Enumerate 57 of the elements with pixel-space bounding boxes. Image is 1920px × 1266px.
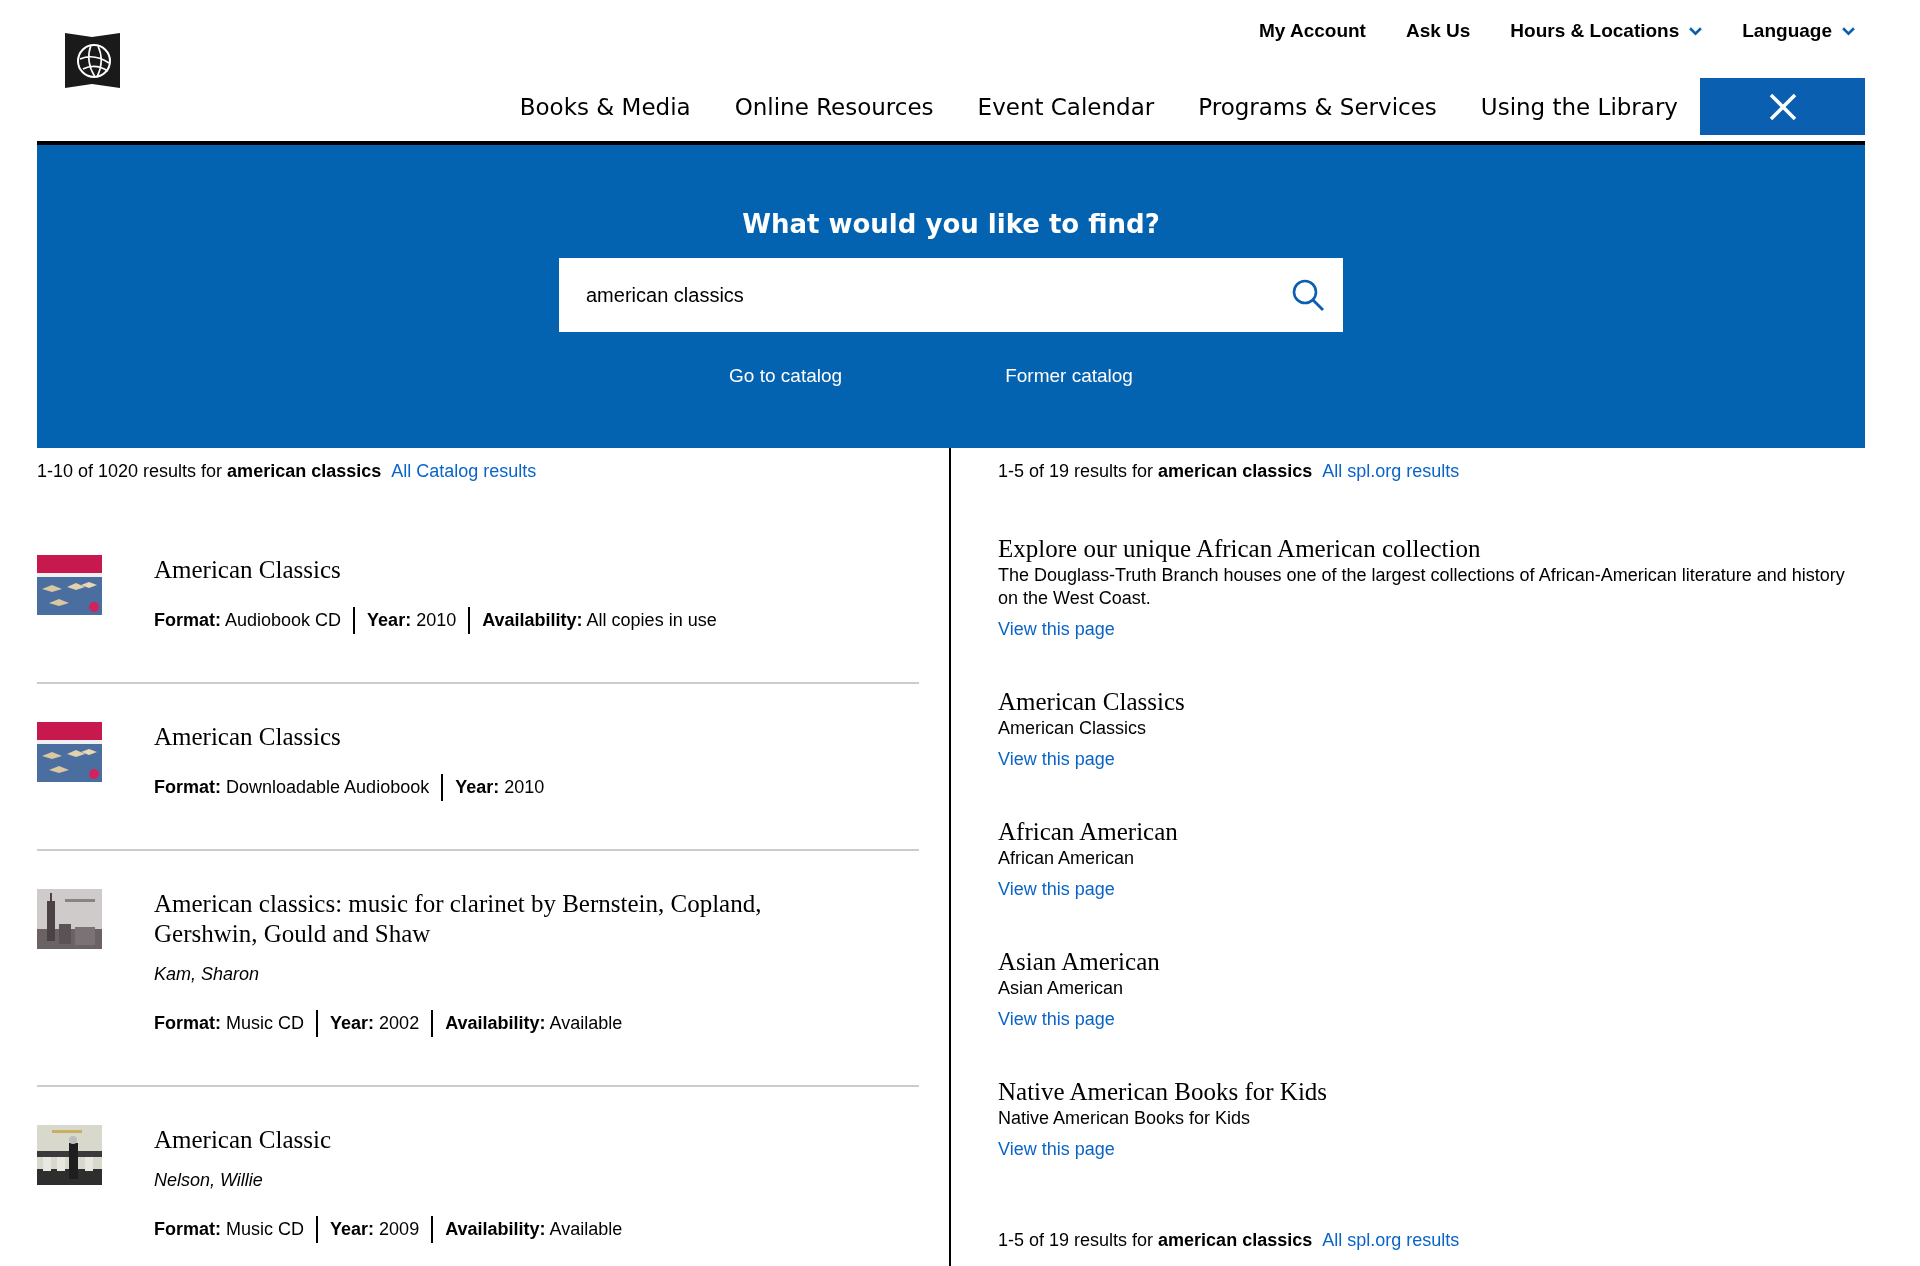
page-description: American Classics <box>998 717 1148 740</box>
result-author: Kam, Sharon <box>154 963 261 986</box>
catalog-link[interactable]: Go to catalog <box>729 362 843 391</box>
page-title[interactable]: African American <box>998 817 1865 847</box>
page-description: The Douglass-Truth Branch houses one of the largest collections of African-American literature and history on the West Coast. <box>998 564 1846 610</box>
result-author: Nelson, Willie <box>154 1169 264 1192</box>
results-summary: 1-10 of 1020 results for american classics <box>37 460 382 483</box>
nav-link[interactable]: Programs & Services <box>1176 89 1459 138</box>
page-description: African American <box>998 847 1136 870</box>
result-title[interactable]: American Classics <box>154 722 545 752</box>
page-title[interactable]: American Classics <box>998 687 1865 717</box>
page-description: Native American Books for Kids <box>998 1107 1252 1130</box>
result-field: Availability: Available <box>431 1010 623 1037</box>
globe-logo-icon[interactable] <box>65 33 120 88</box>
page-title[interactable]: Explore our unique African American collection <box>998 534 1865 564</box>
search-icon[interactable] <box>1291 278 1325 312</box>
results-summary: 1-5 of 19 results for american classics <box>998 1229 1313 1252</box>
result-title[interactable]: American Classics <box>154 555 717 585</box>
result-title[interactable]: American Classic <box>154 1125 623 1155</box>
all-catalog-link[interactable]: All Catalog results <box>391 458 537 485</box>
result-field: Availability: All copies in use <box>468 607 717 634</box>
chevron-down-icon <box>1842 26 1855 36</box>
view-page-link[interactable]: View this page <box>998 746 1115 773</box>
view-page-link[interactable]: View this page <box>998 1006 1115 1033</box>
result-field: Year: 2002 <box>316 1010 420 1037</box>
chevron-down-icon <box>1689 26 1703 36</box>
all-site-link[interactable]: All spl.org results <box>1322 1227 1460 1254</box>
result-field: Format: Downloadable Audiobook <box>154 774 430 801</box>
search-heading: What would you like to find? <box>742 208 1160 241</box>
nav-link[interactable]: Books & Media <box>497 89 713 138</box>
search-field[interactable]: american classics <box>559 258 1343 332</box>
result-field: Format: Music CD <box>154 1216 305 1243</box>
utility-link[interactable]: My Account <box>1258 17 1366 46</box>
result-field: Year: 2010 <box>353 607 457 634</box>
nav-link[interactable]: Online Resources <box>712 89 956 138</box>
utility-link[interactable]: Ask Us <box>1405 17 1471 46</box>
view-page-link[interactable]: View this page <box>998 616 1115 643</box>
nav-link[interactable]: Event Calendar <box>955 89 1177 138</box>
nav-link[interactable]: Using the Library <box>1458 89 1700 138</box>
page-description: Asian American <box>998 977 1125 1000</box>
view-page-link[interactable]: View this page <box>998 876 1115 903</box>
page-title[interactable]: Asian American <box>998 947 1865 977</box>
all-site-link[interactable]: All spl.org results <box>1322 458 1460 485</box>
page-title[interactable]: Native American Books for Kids <box>998 1077 1865 1107</box>
close-icon <box>1768 92 1797 121</box>
catalog-link[interactable]: Former catalog <box>1005 362 1133 391</box>
utility-link[interactable]: Hours & Locations <box>1510 17 1703 46</box>
view-page-link[interactable]: View this page <box>998 1136 1115 1163</box>
result-title[interactable]: American classics: music for clarinet by Bernstein, Copland, Gershwin, Gould and Shaw <box>154 889 854 949</box>
results-summary: 1-5 of 19 results for american classics <box>998 460 1313 483</box>
result-field: Year: 2009 <box>316 1216 420 1243</box>
result-field: Format: Music CD <box>154 1010 305 1037</box>
result-field: Year: 2010 <box>441 774 545 801</box>
utility-link[interactable]: Language <box>1742 17 1855 46</box>
close-button[interactable] <box>1700 78 1865 135</box>
result-field: Format: Audiobook CD <box>154 607 342 634</box>
result-field: Availability: Available <box>431 1216 623 1243</box>
